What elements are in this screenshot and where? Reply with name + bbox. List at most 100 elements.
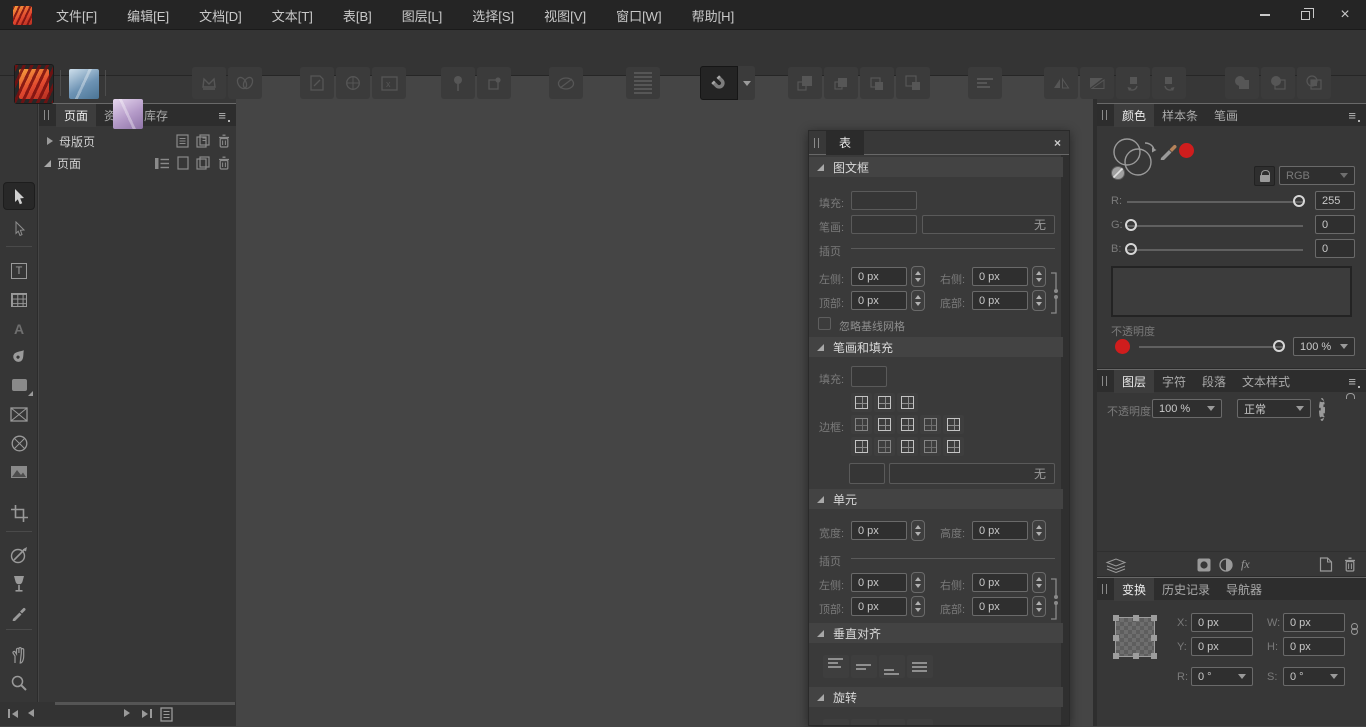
move-to-back-button[interactable]	[896, 67, 930, 99]
move-to-front-button[interactable]	[788, 67, 822, 99]
g-slider-track[interactable]	[1127, 225, 1303, 227]
node-tool[interactable]	[0, 216, 38, 242]
border-preset-9[interactable]	[920, 437, 941, 456]
cell-height-stepper[interactable]	[1032, 520, 1046, 541]
tab-navigator[interactable]: 导航器	[1218, 578, 1270, 601]
alignment-button[interactable]	[968, 67, 1002, 99]
border-preset-1[interactable]	[851, 415, 872, 434]
zoom-tool[interactable]	[0, 670, 38, 696]
frame-left-field[interactable]: 0 px	[851, 267, 907, 286]
artistic-text-tool[interactable]: A	[0, 316, 38, 342]
cell-right-stepper[interactable]	[1032, 572, 1046, 593]
preflight-button[interactable]	[549, 67, 583, 99]
crop-tool[interactable]	[0, 500, 38, 526]
rotation-dropdown[interactable]: 0 °	[1191, 667, 1253, 686]
cell-width-field[interactable]: 0 px	[851, 521, 907, 540]
tab-history[interactable]: 历史记录	[1154, 578, 1218, 601]
rotate-180-button[interactable]	[879, 719, 905, 726]
panel-drag-handle[interactable]	[814, 138, 819, 148]
delete-layer-trash-icon[interactable]	[1344, 557, 1356, 572]
text-flow-button[interactable]	[626, 67, 660, 99]
field-box-button[interactable]: x	[372, 67, 406, 99]
place-image-tool[interactable]	[0, 459, 38, 485]
g-value-field[interactable]: 0	[1315, 215, 1355, 234]
transparency-tool[interactable]	[0, 570, 38, 596]
border-preset-8[interactable]	[897, 437, 918, 456]
cell-width-stepper[interactable]	[911, 520, 925, 541]
tab-color[interactable]: 颜色	[1114, 104, 1154, 127]
snapping-dropdown[interactable]	[738, 66, 755, 100]
frame-bottom-field[interactable]: 0 px	[972, 291, 1028, 310]
valign-center-button[interactable]	[851, 655, 877, 678]
cell-right-field[interactable]: 0 px	[972, 573, 1028, 592]
menu-file[interactable]: 文件[F]	[56, 6, 97, 25]
pen-tool[interactable]	[0, 343, 38, 369]
section-valign[interactable]: 垂直对齐	[809, 623, 1063, 643]
frame-right-stepper[interactable]	[1032, 266, 1046, 287]
blend-options-button[interactable]	[1319, 401, 1325, 419]
rotate-ccw-button[interactable]	[1116, 67, 1150, 99]
rotate-90-button[interactable]	[851, 719, 877, 726]
persona-publisher-button[interactable]	[14, 64, 54, 104]
shape-tool[interactable]	[0, 372, 38, 398]
delete-master-trash-icon[interactable]	[218, 134, 230, 148]
cell-bottom-stepper[interactable]	[1032, 596, 1046, 617]
menu-select[interactable]: 选择[S]	[472, 6, 514, 25]
frame-stroke-swatch[interactable]	[851, 215, 917, 234]
cell-top-field[interactable]: 0 px	[851, 597, 907, 616]
b-slider-knob[interactable]	[1125, 243, 1137, 255]
opacity-slider-track[interactable]	[1139, 346, 1283, 348]
pages-row[interactable]: 页面	[39, 152, 236, 174]
blend-mode-dropdown[interactable]: 正常	[1237, 399, 1311, 418]
menu-layer[interactable]: 图层[L]	[402, 6, 442, 25]
w-field[interactable]: 0 px	[1283, 613, 1345, 632]
snapping-button[interactable]	[700, 66, 738, 100]
menu-table[interactable]: 表[B]	[343, 6, 372, 25]
page-list-button[interactable]	[160, 707, 173, 727]
border-preset-3[interactable]	[897, 415, 918, 434]
restore-button[interactable]	[1292, 4, 1318, 26]
frame-bottom-stepper[interactable]	[1032, 290, 1046, 311]
color-lock-button[interactable]	[1254, 166, 1275, 186]
previous-page-button[interactable]	[28, 709, 34, 717]
frame-fill-swatch[interactable]	[851, 191, 917, 210]
anchor-button[interactable]	[336, 67, 370, 99]
fill-gradient-tool[interactable]	[0, 542, 38, 568]
new-layer-icon[interactable]	[1319, 557, 1333, 572]
border-preset-inner[interactable]	[874, 393, 895, 412]
last-page-button[interactable]	[142, 709, 152, 718]
master-pages-row[interactable]: 母版页	[39, 130, 236, 152]
section-stroke-fill[interactable]: 笔画和填充	[809, 337, 1063, 357]
r-slider-track[interactable]	[1127, 201, 1303, 203]
frame-stroke-style[interactable]: 无	[922, 215, 1055, 234]
move-backward-button[interactable]	[860, 67, 894, 99]
y-field[interactable]: 0 px	[1191, 637, 1253, 656]
section-frame[interactable]: 图文框	[809, 157, 1063, 177]
menu-edit[interactable]: 编辑[E]	[127, 6, 169, 25]
border-preset-6[interactable]	[851, 437, 872, 456]
panel-menu-icon[interactable]: ≡	[1348, 374, 1360, 389]
frame-right-field[interactable]: 0 px	[972, 267, 1028, 286]
delete-page-trash-icon[interactable]	[218, 156, 230, 170]
close-button[interactable]: ×	[1332, 4, 1358, 26]
tab-layers[interactable]: 图层	[1114, 370, 1154, 393]
border-preset-outer[interactable]	[897, 393, 918, 412]
insert-pages-icon[interactable]	[154, 157, 170, 170]
h-field[interactable]: 0 px	[1283, 637, 1345, 656]
add-master-icon[interactable]	[176, 134, 189, 148]
move-forward-button[interactable]	[824, 67, 858, 99]
petals-button[interactable]	[228, 67, 262, 99]
rotate-270-button[interactable]	[907, 719, 933, 726]
frame-top-stepper[interactable]	[911, 290, 925, 311]
menu-text[interactable]: 文本[T]	[272, 6, 313, 25]
crown-persona-button[interactable]	[192, 67, 226, 99]
link-insets-icon[interactable]	[1048, 271, 1058, 315]
menu-document[interactable]: 文档[D]	[199, 6, 242, 25]
boolean-intersect-button[interactable]	[1297, 67, 1331, 99]
menu-window[interactable]: 窗口[W]	[616, 6, 662, 25]
link-dimensions-icon[interactable]	[1351, 623, 1358, 635]
g-slider-knob[interactable]	[1125, 219, 1137, 231]
color-picker-icon[interactable]	[1159, 140, 1179, 160]
picture-frame-ellipse-tool[interactable]	[0, 430, 38, 456]
cell-height-field[interactable]: 0 px	[972, 521, 1028, 540]
